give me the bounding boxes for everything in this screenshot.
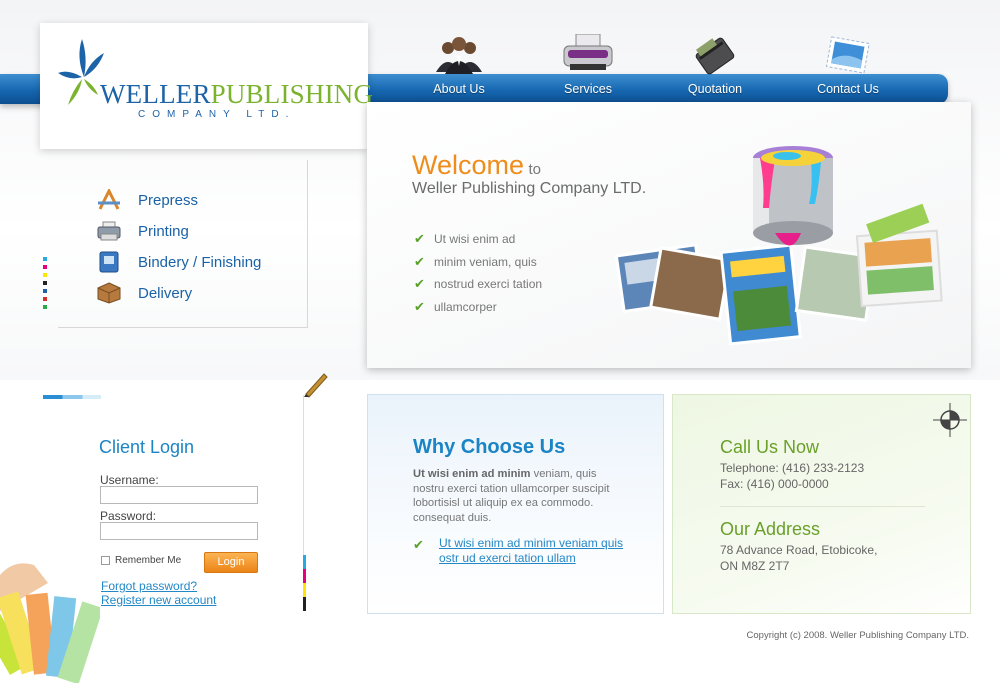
logo[interactable]: WellerPublishing COMPANY LTD.	[40, 23, 373, 149]
people-icon	[436, 37, 482, 74]
stamp-icon	[825, 36, 870, 74]
service-item-prepress[interactable]: Prepress	[96, 189, 198, 211]
logo-name-part2: Publishing	[210, 79, 374, 109]
call-us-title: Call Us Now	[720, 437, 820, 457]
client-login-title: Client Login	[99, 437, 195, 457]
fax-text: Fax: (416) 000-0000	[720, 477, 829, 491]
service-label-bindery: Bindery / Finishing	[138, 253, 262, 271]
checkmark-icon: ✔	[414, 276, 425, 292]
paint-can-brochures-illustration	[615, 146, 943, 346]
welcome-panel: Welcome to Weller Publishing Company LTD…	[367, 102, 971, 368]
book-icon	[99, 251, 119, 273]
bullet-text: minim veniam, quis	[434, 254, 537, 269]
forgot-password-link[interactable]: Forgot password?	[101, 579, 197, 593]
username-input[interactable]	[100, 486, 258, 504]
nav-label-contact-us: Contact Us	[817, 82, 879, 96]
password-label: Password:	[100, 509, 157, 523]
nav-item-about-us[interactable]: About Us	[404, 34, 514, 102]
nav-item-contact-us[interactable]: Contact Us	[793, 34, 903, 102]
welcome-title: Welcome to	[412, 150, 541, 181]
nav-label-about-us: About Us	[433, 82, 485, 96]
list-item: ✔ Ut wisi enim ad	[414, 228, 542, 251]
remember-me[interactable]: Remember Me	[101, 555, 181, 566]
bullet-text: nostrud exerci tation	[434, 277, 543, 292]
why-choose-us-text: Ut wisi enim ad minim veniam, quis nostr…	[413, 467, 628, 525]
crosshair-icon	[933, 403, 967, 437]
list-item: ✔ minim veniam, quis	[414, 251, 542, 274]
service-item-printing[interactable]: Printing	[96, 220, 189, 242]
why-text-bold: Ut wisi enim ad minim	[413, 468, 531, 480]
service-item-delivery[interactable]: Delivery	[96, 282, 192, 304]
checkmark-icon: ✔	[413, 537, 424, 552]
checkmark-icon: ✔	[414, 253, 425, 269]
service-label-prepress: Prepress	[138, 191, 199, 209]
list-item: ✔ nostrud exerci tation	[414, 273, 542, 296]
contact-divider	[720, 506, 925, 507]
register-account-link[interactable]: Register new account	[101, 593, 216, 607]
printer-icon	[97, 221, 121, 241]
list-item: ✔ ullamcorper	[414, 296, 542, 319]
checkmark-icon: ✔	[414, 298, 425, 314]
service-item-bindery[interactable]: Bindery / Finishing	[96, 251, 261, 273]
logo-name-part1: Weller	[100, 79, 211, 109]
checkmark-icon: ✔	[414, 231, 425, 247]
logo-subtitle: COMPANY LTD.	[138, 109, 296, 120]
bullet-text: Ut wisi enim ad	[434, 232, 516, 247]
why-choose-us-panel: Why Choose Us Ut wisi enim ad minim veni…	[367, 394, 664, 614]
contact-panel: Call Us Now Telephone: (416) 233-2123 Fa…	[672, 394, 971, 614]
wallet-icon	[695, 37, 735, 75]
username-label: Username:	[100, 473, 159, 487]
welcome-title-big: Welcome	[412, 150, 525, 180]
address-title: Our Address	[720, 519, 821, 539]
logo-name: WellerPublishing	[100, 79, 373, 110]
address-line-1: 78 Advance Road, Etobicoke,	[720, 543, 878, 557]
color-swatch-fan-illustration	[0, 563, 100, 683]
welcome-subtitle: Weller Publishing Company LTD.	[412, 180, 647, 197]
login-button[interactable]: Login	[204, 552, 258, 573]
remember-me-label: Remember Me	[115, 555, 182, 566]
why-choose-us-title: Why Choose Us	[413, 436, 566, 458]
welcome-bullet-list: ✔ Ut wisi enim ad ✔ minim veniam, quis ✔…	[414, 228, 542, 318]
client-login-panel: Client Login Username: Password: Remembe…	[0, 375, 320, 683]
cmyk-bar	[303, 555, 306, 611]
color-swatch-strip	[43, 257, 47, 313]
nav-item-quotation[interactable]: Quotation	[660, 34, 770, 102]
pen-tool-icon	[98, 189, 120, 210]
welcome-title-to: to	[528, 161, 542, 178]
decor-bar	[43, 395, 101, 399]
bullet-text: ullamcorper	[434, 299, 497, 314]
remember-me-checkbox[interactable]	[101, 556, 110, 565]
address-line-2: ON M8Z 2T7	[720, 559, 790, 573]
printer-icon	[563, 34, 613, 70]
why-choose-us-link[interactable]: Ut wisi enim ad minim veniam quis ostr u…	[439, 536, 629, 565]
nav-item-services[interactable]: Services	[533, 34, 643, 102]
password-input[interactable]	[100, 522, 258, 540]
flower-logo-icon	[58, 39, 104, 105]
service-label-delivery: Delivery	[138, 284, 193, 302]
nav-label-services: Services	[564, 82, 612, 96]
service-label-printing: Printing	[138, 222, 189, 240]
copyright-text: Copyright (c) 2008. Weller Publishing Co…	[746, 630, 969, 641]
box-icon	[97, 282, 121, 304]
telephone-text: Telephone: (416) 233-2123	[720, 461, 865, 475]
nav-label-quotation: Quotation	[687, 82, 743, 96]
